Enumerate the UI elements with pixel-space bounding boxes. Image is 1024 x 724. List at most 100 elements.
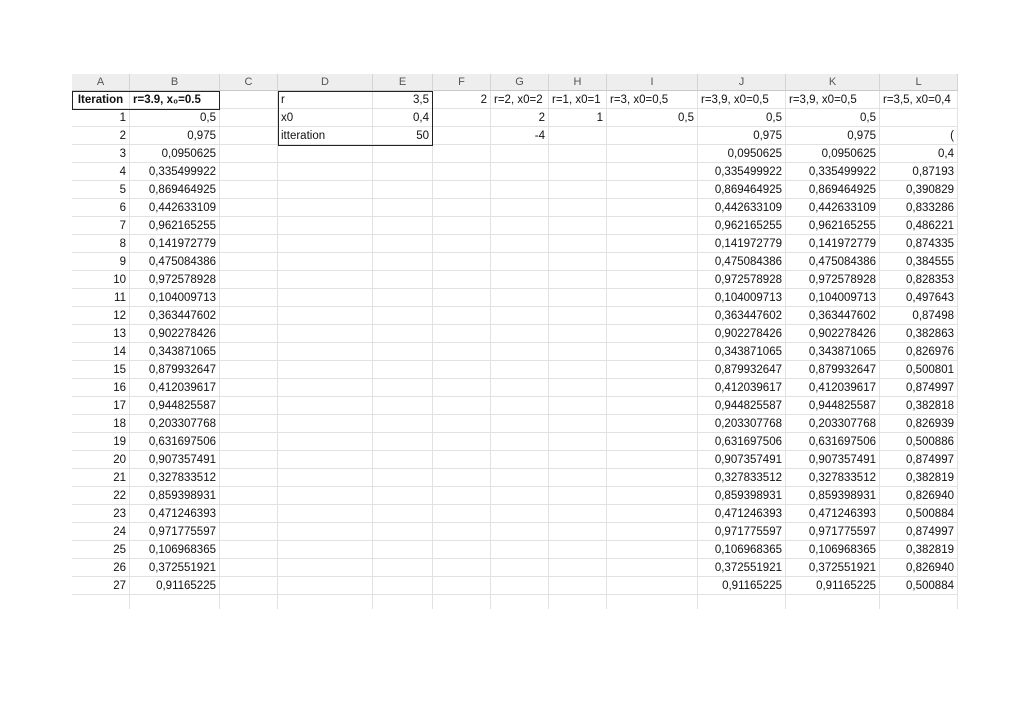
column-header-c[interactable]: C [220, 74, 278, 91]
data-cell-j[interactable]: 0,335499922 [698, 163, 786, 181]
data-cell-c[interactable] [220, 523, 278, 541]
data-cell-b[interactable]: 0,0950625 [130, 145, 220, 163]
data-cell-k[interactable]: 0,975 [786, 127, 880, 145]
data-cell-i[interactable] [607, 307, 698, 325]
data-cell-c[interactable] [220, 469, 278, 487]
data-cell-e[interactable] [373, 217, 433, 235]
data-cell-c[interactable] [220, 307, 278, 325]
data-cell-c[interactable] [220, 559, 278, 577]
header-cell-d[interactable]: r [278, 91, 373, 109]
iteration-cell[interactable]: 11 [72, 289, 130, 307]
data-cell-l[interactable]: 0,874335 [880, 235, 958, 253]
data-cell-i[interactable]: 0,5 [607, 109, 698, 127]
data-cell-k[interactable]: 0,343871065 [786, 343, 880, 361]
data-cell-c[interactable] [220, 181, 278, 199]
data-cell-c[interactable] [220, 199, 278, 217]
data-cell-e[interactable] [373, 271, 433, 289]
data-cell-j[interactable]: 0,902278426 [698, 325, 786, 343]
data-cell-i[interactable] [607, 163, 698, 181]
data-cell-g[interactable] [491, 451, 549, 469]
data-cell-k[interactable]: 0,631697506 [786, 433, 880, 451]
data-cell-f[interactable] [433, 181, 491, 199]
data-cell-e[interactable] [373, 469, 433, 487]
iteration-cell[interactable]: 15 [72, 361, 130, 379]
data-cell-f[interactable] [433, 253, 491, 271]
partial-row-cell[interactable] [220, 595, 278, 609]
data-cell-f[interactable] [433, 109, 491, 127]
data-cell-b[interactable]: 0,203307768 [130, 415, 220, 433]
data-cell-k[interactable]: 0,879932647 [786, 361, 880, 379]
partial-row-cell[interactable] [72, 595, 130, 609]
data-cell-l[interactable]: 0,500884 [880, 505, 958, 523]
data-cell-e[interactable] [373, 487, 433, 505]
header-cell-a[interactable]: Iteration [72, 91, 130, 109]
data-cell-i[interactable] [607, 181, 698, 199]
data-cell-k[interactable]: 0,971775597 [786, 523, 880, 541]
partial-row-cell[interactable] [491, 595, 549, 609]
data-cell-h[interactable] [549, 271, 607, 289]
data-cell-f[interactable] [433, 217, 491, 235]
header-cell-h[interactable]: r=1, x0=1 [549, 91, 607, 109]
data-cell-h[interactable] [549, 361, 607, 379]
data-cell-e[interactable] [373, 253, 433, 271]
data-cell-g[interactable] [491, 469, 549, 487]
data-cell-e[interactable] [373, 451, 433, 469]
data-cell-h[interactable] [549, 487, 607, 505]
data-cell-j[interactable]: 0,631697506 [698, 433, 786, 451]
data-cell-c[interactable] [220, 127, 278, 145]
data-cell-b[interactable]: 0,471246393 [130, 505, 220, 523]
data-cell-d[interactable] [278, 289, 373, 307]
data-cell-l[interactable]: 0,874997 [880, 379, 958, 397]
data-cell-c[interactable] [220, 433, 278, 451]
data-cell-d[interactable] [278, 505, 373, 523]
data-cell-c[interactable] [220, 217, 278, 235]
data-cell-l[interactable]: 0,874997 [880, 451, 958, 469]
data-cell-g[interactable] [491, 181, 549, 199]
data-cell-i[interactable] [607, 235, 698, 253]
data-cell-k[interactable]: 0,412039617 [786, 379, 880, 397]
data-cell-g[interactable] [491, 397, 549, 415]
data-cell-i[interactable] [607, 379, 698, 397]
data-cell-e[interactable]: 50 [373, 127, 433, 145]
data-cell-d[interactable] [278, 145, 373, 163]
data-cell-g[interactable] [491, 289, 549, 307]
header-cell-i[interactable]: r=3, x0=0,5 [607, 91, 698, 109]
data-cell-c[interactable] [220, 397, 278, 415]
column-header-a[interactable]: A [72, 74, 130, 91]
data-cell-h[interactable] [549, 415, 607, 433]
data-cell-k[interactable]: 0,944825587 [786, 397, 880, 415]
partial-row-cell[interactable] [607, 595, 698, 609]
data-cell-l[interactable] [880, 109, 958, 127]
data-cell-g[interactable]: -4 [491, 127, 549, 145]
data-cell-i[interactable] [607, 559, 698, 577]
data-cell-e[interactable] [373, 325, 433, 343]
data-cell-k[interactable]: 0,106968365 [786, 541, 880, 559]
data-cell-d[interactable] [278, 541, 373, 559]
data-cell-j[interactable]: 0,962165255 [698, 217, 786, 235]
data-cell-g[interactable] [491, 325, 549, 343]
data-cell-f[interactable] [433, 271, 491, 289]
iteration-cell[interactable]: 1 [72, 109, 130, 127]
data-cell-l[interactable]: 0,390829 [880, 181, 958, 199]
data-cell-j[interactable]: 0,327833512 [698, 469, 786, 487]
data-cell-c[interactable] [220, 325, 278, 343]
data-cell-e[interactable] [373, 199, 433, 217]
data-cell-l[interactable]: 0,500886 [880, 433, 958, 451]
data-cell-e[interactable] [373, 559, 433, 577]
data-cell-f[interactable] [433, 235, 491, 253]
data-cell-k[interactable]: 0,141972779 [786, 235, 880, 253]
data-cell-j[interactable]: 0,442633109 [698, 199, 786, 217]
iteration-cell[interactable]: 6 [72, 199, 130, 217]
data-cell-f[interactable] [433, 433, 491, 451]
data-cell-i[interactable] [607, 541, 698, 559]
data-cell-f[interactable] [433, 451, 491, 469]
partial-row-cell[interactable] [880, 595, 958, 609]
data-cell-d[interactable] [278, 361, 373, 379]
data-cell-e[interactable] [373, 361, 433, 379]
data-cell-d[interactable] [278, 307, 373, 325]
data-cell-b[interactable]: 0,962165255 [130, 217, 220, 235]
data-cell-g[interactable] [491, 253, 549, 271]
data-cell-e[interactable] [373, 163, 433, 181]
data-cell-j[interactable]: 0,879932647 [698, 361, 786, 379]
data-cell-h[interactable] [549, 397, 607, 415]
